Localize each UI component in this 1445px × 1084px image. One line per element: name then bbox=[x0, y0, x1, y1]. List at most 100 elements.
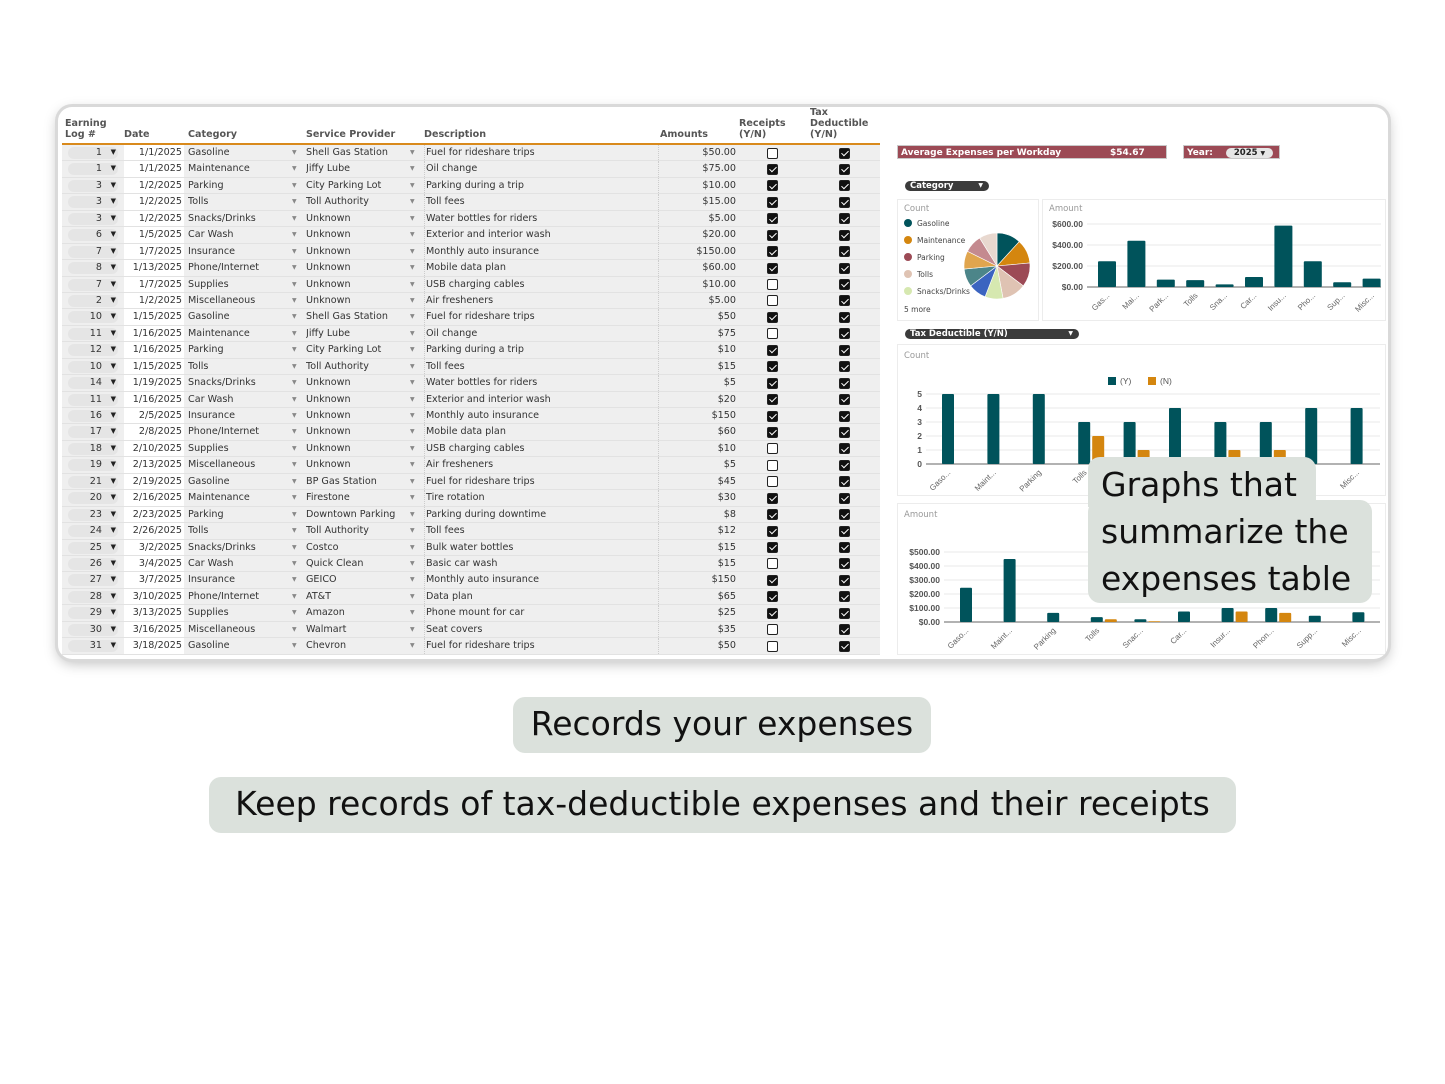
receipt-checkbox-cell[interactable] bbox=[762, 622, 786, 637]
receipt-checkbox[interactable] bbox=[767, 525, 778, 537]
tax-checkbox-cell[interactable] bbox=[834, 556, 858, 571]
description-cell[interactable]: Toll fees bbox=[424, 523, 654, 539]
amount-cell[interactable]: $8 bbox=[658, 506, 736, 523]
description-cell[interactable]: Air fresheners bbox=[424, 292, 654, 309]
dropdown-arrow-icon[interactable]: ▼ bbox=[410, 326, 420, 341]
receipt-checkbox[interactable] bbox=[767, 344, 778, 356]
dropdown-arrow-icon[interactable]: ▼ bbox=[292, 622, 302, 637]
tax-checkbox-cell[interactable] bbox=[834, 589, 858, 604]
category-cell[interactable]: Parking bbox=[188, 507, 302, 522]
tax-deductible-checkbox[interactable] bbox=[839, 509, 850, 521]
dropdown-arrow-icon[interactable]: ▼ bbox=[410, 490, 420, 505]
dropdown-arrow-icon[interactable]: ▼ bbox=[410, 408, 420, 423]
date-cell[interactable]: 2/8/2025 bbox=[124, 424, 184, 440]
receipt-checkbox-cell[interactable] bbox=[762, 605, 786, 620]
date-cell[interactable]: 3/4/2025 bbox=[124, 555, 184, 572]
tax-deductible-checkbox[interactable] bbox=[839, 459, 850, 471]
date-cell[interactable]: 3/10/2025 bbox=[124, 588, 184, 605]
tax-checkbox-cell[interactable] bbox=[834, 490, 858, 505]
provider-cell[interactable]: Unknown bbox=[306, 375, 410, 390]
tax-deductible-checkbox[interactable] bbox=[839, 542, 850, 553]
receipt-checkbox[interactable] bbox=[767, 328, 778, 340]
tax-deductible-checkbox[interactable] bbox=[839, 295, 850, 307]
category-cell[interactable]: Gasoline bbox=[188, 145, 302, 160]
description-cell[interactable]: Tire rotation bbox=[424, 490, 654, 506]
dropdown-arrow-icon[interactable]: ▼ bbox=[410, 605, 420, 620]
tax-deductible-checkbox[interactable] bbox=[839, 246, 850, 258]
receipt-checkbox-cell[interactable] bbox=[762, 441, 786, 456]
tax-checkbox-cell[interactable] bbox=[834, 178, 858, 193]
dropdown-arrow-icon[interactable]: ▼ bbox=[292, 523, 302, 538]
header-receipts[interactable]: Receipts (Y/N) bbox=[739, 118, 786, 140]
receipt-checkbox[interactable] bbox=[767, 492, 778, 504]
category-cell[interactable]: Car Wash bbox=[188, 227, 302, 242]
category-cell[interactable]: Parking bbox=[188, 178, 302, 193]
receipt-checkbox-cell[interactable] bbox=[762, 359, 786, 374]
dropdown-arrow-icon[interactable]: ▼ bbox=[410, 556, 420, 571]
earning-log-cell[interactable]: 1 ▼ bbox=[62, 161, 122, 176]
date-cell[interactable]: 1/2/2025 bbox=[124, 210, 184, 227]
dropdown-arrow-icon[interactable]: ▼ bbox=[410, 145, 420, 160]
category-cell[interactable]: Snacks/Drinks bbox=[188, 211, 302, 226]
description-cell[interactable]: Parking during downtime bbox=[424, 506, 654, 523]
amount-cell[interactable]: $30 bbox=[658, 490, 736, 506]
date-cell[interactable]: 1/16/2025 bbox=[124, 391, 184, 407]
dropdown-arrow-icon[interactable]: ▼ bbox=[410, 342, 420, 357]
description-cell[interactable]: Parking during a trip bbox=[424, 177, 654, 194]
category-cell[interactable]: Car Wash bbox=[188, 392, 302, 407]
receipt-checkbox[interactable] bbox=[767, 542, 778, 553]
amount-cell[interactable]: $50 bbox=[658, 309, 736, 325]
category-cell[interactable]: Tolls bbox=[188, 523, 302, 538]
tax-checkbox-cell[interactable] bbox=[834, 277, 858, 292]
date-cell[interactable]: 1/5/2025 bbox=[124, 227, 184, 243]
description-cell[interactable]: Monthly auto insurance bbox=[424, 408, 654, 424]
dropdown-arrow-icon[interactable]: ▼ bbox=[410, 523, 420, 538]
category-cell[interactable]: Miscellaneous bbox=[188, 622, 302, 637]
provider-cell[interactable]: BP Gas Station bbox=[306, 474, 410, 489]
receipt-checkbox[interactable] bbox=[767, 246, 778, 258]
earning-log-cell[interactable]: 8 ▼ bbox=[62, 260, 122, 275]
tax-checkbox-cell[interactable] bbox=[834, 145, 858, 160]
dropdown-arrow-icon[interactable]: ▼ bbox=[410, 474, 420, 489]
date-cell[interactable]: 1/1/2025 bbox=[124, 161, 184, 177]
category-cell[interactable]: Gasoline bbox=[188, 638, 302, 653]
date-cell[interactable]: 3/13/2025 bbox=[124, 605, 184, 621]
tax-checkbox-cell[interactable] bbox=[834, 622, 858, 637]
amount-cell[interactable]: $5.00 bbox=[658, 292, 736, 309]
earning-log-cell[interactable]: 25 ▼ bbox=[62, 540, 122, 555]
tax-checkbox-cell[interactable] bbox=[834, 507, 858, 522]
receipt-checkbox[interactable] bbox=[767, 311, 778, 323]
earning-log-cell[interactable]: 6 ▼ bbox=[62, 227, 122, 242]
dropdown-arrow-icon[interactable]: ▼ bbox=[292, 605, 302, 620]
amount-cell[interactable]: $50 bbox=[658, 638, 736, 654]
date-cell[interactable]: 1/2/2025 bbox=[124, 292, 184, 309]
tax-deductible-checkbox[interactable] bbox=[839, 147, 850, 159]
receipt-checkbox-cell[interactable] bbox=[762, 589, 786, 604]
header-earning-log[interactable]: Earning Log # bbox=[65, 118, 107, 140]
tax-checkbox-cell[interactable] bbox=[834, 161, 858, 176]
header-description[interactable]: Description bbox=[424, 129, 486, 140]
date-cell[interactable]: 1/15/2025 bbox=[124, 358, 184, 375]
dropdown-arrow-icon[interactable]: ▼ bbox=[292, 424, 302, 439]
tax-deductible-checkbox[interactable] bbox=[839, 262, 850, 274]
amount-cell[interactable]: $35 bbox=[658, 621, 736, 638]
dropdown-arrow-icon[interactable]: ▼ bbox=[410, 457, 420, 472]
receipt-checkbox[interactable] bbox=[767, 377, 778, 389]
date-cell[interactable]: 1/15/2025 bbox=[124, 309, 184, 325]
provider-cell[interactable]: Toll Authority bbox=[306, 359, 410, 374]
earning-log-cell[interactable]: 21 ▼ bbox=[62, 474, 122, 489]
tax-checkbox-cell[interactable] bbox=[834, 342, 858, 357]
provider-cell[interactable]: Toll Authority bbox=[306, 194, 410, 209]
provider-cell[interactable]: Unknown bbox=[306, 277, 410, 292]
earning-log-cell[interactable]: 29 ▼ bbox=[62, 605, 122, 620]
dropdown-arrow-icon[interactable]: ▼ bbox=[292, 474, 302, 489]
dropdown-arrow-icon[interactable]: ▼ bbox=[410, 424, 420, 439]
description-cell[interactable]: Oil change bbox=[424, 161, 654, 177]
tax-deductible-checkbox[interactable] bbox=[839, 492, 850, 504]
description-cell[interactable]: Seat covers bbox=[424, 621, 654, 638]
provider-cell[interactable]: Unknown bbox=[306, 392, 410, 407]
earning-log-cell[interactable]: 11 ▼ bbox=[62, 326, 122, 341]
tax-checkbox-cell[interactable] bbox=[834, 441, 858, 456]
amount-cell[interactable]: $15 bbox=[658, 539, 736, 555]
receipt-checkbox-cell[interactable] bbox=[762, 375, 786, 390]
